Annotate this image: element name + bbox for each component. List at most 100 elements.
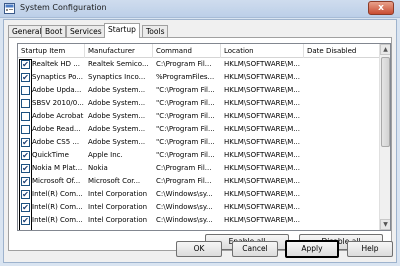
cancel-button[interactable]: Cancel [232, 241, 278, 257]
table-row[interactable]: ✔ QuickTime Apple Inc. "C:\Program Fil... HK… [18, 149, 380, 162]
startup-item-checkbox[interactable]: ✔ [21, 73, 30, 82]
tab-tools[interactable]: Tools [142, 25, 169, 37]
table-row[interactable]: ✔ Nokia M Plat... Nokia C:\Program Fil... HK… [18, 162, 380, 175]
checkmark-icon: ✔ [22, 73, 29, 82]
table-row[interactable]: ✔ Adobe CS5 ... Adobe System... "C:\Program… [18, 136, 380, 149]
table-row[interactable]: ✔ Synaptics Po... Synaptics Inco... %Progra… [18, 71, 380, 84]
checkmark-icon: ✔ [22, 138, 29, 147]
cell-manufacturer: Realtek Semico... [88, 60, 149, 68]
tab-general[interactable]: General [8, 25, 46, 37]
cell-startup-item: SBSV 2010/0... [32, 99, 84, 107]
startup-item-checkbox[interactable] [21, 86, 30, 95]
cell-startup-item: Nokia M Plat... [32, 164, 83, 172]
cell-manufacturer: Intel Corporation [88, 216, 148, 224]
table-row[interactable]: ✔ Intel(R) Com... Intel Corporation C:\Wind… [18, 188, 380, 201]
cell-location: HKLM\SOFTWARE\M... [224, 164, 300, 172]
cell-manufacturer: Synaptics Inco... [88, 73, 146, 81]
cell-location: HKLM\SOFTWARE\M... [224, 151, 300, 159]
scrollbar-thumb[interactable] [381, 57, 390, 147]
cell-startup-item: Adobe Upda... [32, 86, 82, 94]
cell-date-disabled [307, 136, 380, 149]
checkmark-icon: ✔ [22, 190, 29, 199]
startup-list[interactable]: Startup Item Manufacturer Command Locati… [17, 43, 391, 231]
cell-manufacturer: Adobe System... [88, 112, 146, 120]
table-row[interactable]: ✔ Realtek HD ... Realtek Semico... C:\Progr… [18, 58, 380, 71]
cell-date-disabled [307, 84, 380, 97]
title-bar: System Configuration x [0, 0, 400, 18]
table-row[interactable]: Adobe Acrobat Adobe System... "C:\Program … [18, 110, 380, 123]
cell-startup-item: QuickTime [32, 151, 69, 159]
column-date-disabled[interactable]: Date Disabled [304, 44, 380, 58]
system-config-icon [4, 3, 15, 14]
startup-item-checkbox[interactable]: ✔ [21, 151, 30, 160]
cell-location: HKLM\SOFTWARE\M... [224, 177, 300, 185]
dialog-frame: General Boot Services Startup Tools Star… [3, 19, 397, 263]
cell-date-disabled [307, 162, 380, 175]
checkmark-icon: ✔ [22, 177, 29, 186]
startup-item-checkbox[interactable] [21, 125, 30, 134]
list-header: Startup Item Manufacturer Command Locati… [18, 44, 380, 58]
ok-button[interactable]: OK [176, 241, 222, 257]
tab-boot[interactable]: Boot [41, 25, 67, 37]
startup-tab-panel: Startup Item Manufacturer Command Locati… [8, 37, 392, 251]
column-startup-item[interactable]: Startup Item [18, 44, 85, 58]
cell-command: C:\Windows\sy... [156, 216, 213, 224]
cell-startup-item: Adobe CS5 ... [32, 138, 80, 146]
apply-button[interactable]: Apply [285, 240, 339, 258]
vertical-scrollbar[interactable]: ▲ ▼ [379, 44, 390, 230]
startup-item-checkbox[interactable]: ✔ [21, 190, 30, 199]
cell-command: "C:\Program Fil... [156, 112, 215, 120]
startup-item-checkbox[interactable] [21, 112, 30, 121]
cell-command: %ProgramFiles... [156, 73, 215, 81]
cell-date-disabled [307, 149, 380, 162]
startup-item-checkbox[interactable]: ✔ [21, 138, 30, 147]
startup-item-checkbox[interactable]: ✔ [21, 177, 30, 186]
cell-location: HKLM\SOFTWARE\M... [224, 99, 300, 107]
cell-manufacturer: Adobe System... [88, 125, 146, 133]
table-row[interactable]: Adobe Read... Adobe System... "C:\Program … [18, 123, 380, 136]
startup-item-checkbox[interactable]: ✔ [21, 203, 30, 212]
startup-item-checkbox[interactable] [21, 99, 30, 108]
cell-startup-item: Adobe Read... [32, 125, 81, 133]
table-row[interactable]: ✔ Intel(R) Com... Intel Corporation C:\Wind… [18, 201, 380, 214]
help-button[interactable]: Help [347, 241, 393, 257]
cell-startup-item: Adobe Acrobat [32, 112, 84, 120]
cell-date-disabled [307, 123, 380, 136]
tab-services[interactable]: Services [66, 25, 106, 37]
cell-date-disabled [307, 97, 380, 110]
table-row[interactable]: SBSV 2010/0... Adobe System... "C:\Program… [18, 97, 380, 110]
cell-location: HKLM\SOFTWARE\M... [224, 190, 300, 198]
cell-command: "C:\Program Fil... [156, 86, 215, 94]
close-button[interactable]: x [368, 1, 394, 15]
checkmark-icon: ✔ [22, 151, 29, 160]
startup-item-checkbox[interactable]: ✔ [21, 216, 30, 225]
cell-command: C:\Program Fil... [156, 60, 212, 68]
column-location[interactable]: Location [221, 44, 304, 58]
startup-item-checkbox[interactable]: ✔ [21, 60, 30, 69]
list-rows: ✔ Realtek HD ... Realtek Semico... C:\Progr… [18, 58, 380, 227]
startup-item-checkbox[interactable]: ✔ [21, 164, 30, 173]
cell-date-disabled [307, 214, 380, 227]
table-row[interactable]: ✔ Intel(R) Com... Intel Corporation C:\Wind… [18, 214, 380, 227]
cell-manufacturer: Apple Inc. [88, 151, 123, 159]
checkmark-icon: ✔ [22, 164, 29, 173]
window-title: System Configuration [20, 3, 107, 12]
column-command[interactable]: Command [153, 44, 221, 58]
checkmark-icon: ✔ [22, 216, 29, 225]
cell-startup-item: Realtek HD ... [32, 60, 80, 68]
checkmark-icon: ✔ [22, 60, 29, 69]
tab-startup[interactable]: Startup [104, 23, 140, 38]
cell-location: HKLM\SOFTWARE\M... [224, 125, 300, 133]
scroll-up-icon[interactable]: ▲ [380, 44, 390, 55]
cell-location: HKLM\SOFTWARE\M... [224, 86, 300, 94]
cell-command: "C:\Program Fil... [156, 125, 215, 133]
table-row[interactable]: Adobe Upda... Adobe System... "C:\Program … [18, 84, 380, 97]
column-manufacturer[interactable]: Manufacturer [85, 44, 153, 58]
cell-date-disabled [307, 201, 380, 214]
scroll-down-icon[interactable]: ▼ [380, 219, 390, 230]
cell-startup-item: Intel(R) Com... [32, 216, 83, 224]
cell-date-disabled [307, 175, 380, 188]
table-row[interactable]: ✔ Microsoft Of... Microsoft Cor... C:\Progr… [18, 175, 380, 188]
cell-date-disabled [307, 110, 380, 123]
cell-command: C:\Program Fil... [156, 177, 212, 185]
